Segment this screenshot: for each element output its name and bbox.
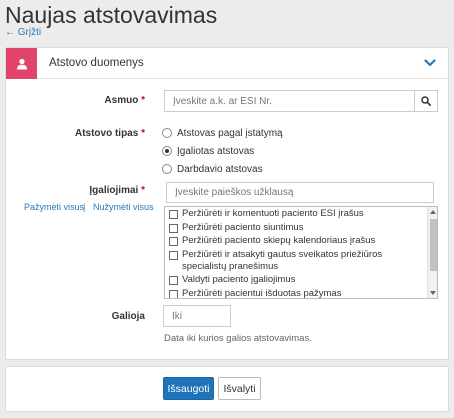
checkbox[interactable] bbox=[169, 276, 178, 285]
scroll-down-icon[interactable] bbox=[430, 291, 436, 295]
list-item[interactable]: Peržiūrėti ir atsakyti gautus sveikatos … bbox=[165, 248, 427, 274]
list-item[interactable]: Peržiūrėti ir komentuoti paciento ESI įr… bbox=[165, 207, 427, 221]
rep-type-label: Atstovo tipas * bbox=[74, 128, 145, 139]
page-title: Naujas atstovavimas bbox=[5, 2, 218, 28]
required-mark: * bbox=[141, 95, 145, 106]
radio-button[interactable] bbox=[162, 128, 172, 138]
scrollbar[interactable] bbox=[427, 207, 437, 298]
radio-option-authorized[interactable]: Įgaliotas atstovas bbox=[162, 144, 254, 158]
permissions-list[interactable]: Peržiūrėti ir komentuoti paciento ESI įr… bbox=[164, 206, 438, 299]
checkbox[interactable] bbox=[169, 250, 178, 260]
list-item[interactable]: Peržiūrėti paciento skiepų kalendoriaus … bbox=[165, 234, 427, 248]
list-item[interactable]: Peržiūrėti paciento siuntimus bbox=[165, 221, 427, 235]
radio-button[interactable] bbox=[162, 164, 172, 174]
clear-button[interactable]: Išvalyti bbox=[218, 377, 261, 400]
select-all-link[interactable]: Pažymėti visus bbox=[24, 202, 84, 212]
user-icon bbox=[16, 58, 27, 69]
list-item[interactable]: Peržiūrėti pacientui išduotas pažymas bbox=[165, 287, 427, 298]
valid-label: Galioja bbox=[111, 311, 145, 322]
search-button[interactable] bbox=[414, 90, 438, 112]
valid-date-input[interactable] bbox=[163, 305, 231, 327]
permissions-search-input[interactable] bbox=[166, 182, 434, 203]
panel-title: Atstovo duomenys bbox=[49, 57, 144, 69]
required-mark: * bbox=[141, 128, 145, 139]
checkbox[interactable] bbox=[169, 223, 178, 233]
user-icon-box bbox=[6, 48, 37, 79]
chevron-down-icon[interactable] bbox=[424, 58, 436, 68]
list-item[interactable]: Valdyti paciento įgaliojimus bbox=[165, 273, 427, 287]
required-mark: * bbox=[141, 185, 145, 196]
radio-option-employer[interactable]: Darbdavio atstovas bbox=[162, 162, 263, 176]
search-icon bbox=[421, 96, 431, 106]
link-separator: | bbox=[83, 202, 86, 212]
permissions-items: Peržiūrėti ir komentuoti paciento ESI įr… bbox=[165, 207, 427, 298]
deselect-all-link[interactable]: Nužymėti visus bbox=[93, 202, 154, 212]
permissions-label: Įgaliojimai * bbox=[89, 185, 145, 196]
checkbox[interactable] bbox=[169, 289, 178, 298]
back-link[interactable]: ← Grįžti bbox=[5, 27, 41, 38]
scroll-up-icon[interactable] bbox=[430, 210, 436, 214]
valid-hint: Data iki kurios galios atstovavimas. bbox=[164, 333, 312, 344]
person-label: Asmuo * bbox=[104, 95, 145, 106]
radio-button[interactable] bbox=[162, 146, 172, 156]
checkbox[interactable] bbox=[169, 237, 178, 246]
person-input[interactable] bbox=[164, 90, 415, 112]
scroll-thumb[interactable] bbox=[430, 219, 437, 271]
panel-header[interactable]: Atstovo duomenys bbox=[6, 48, 448, 79]
radio-option-legal[interactable]: Atstovas pagal įstatymą bbox=[162, 126, 283, 140]
checkbox[interactable] bbox=[169, 210, 178, 219]
save-button[interactable]: Išsaugoti bbox=[163, 377, 214, 400]
